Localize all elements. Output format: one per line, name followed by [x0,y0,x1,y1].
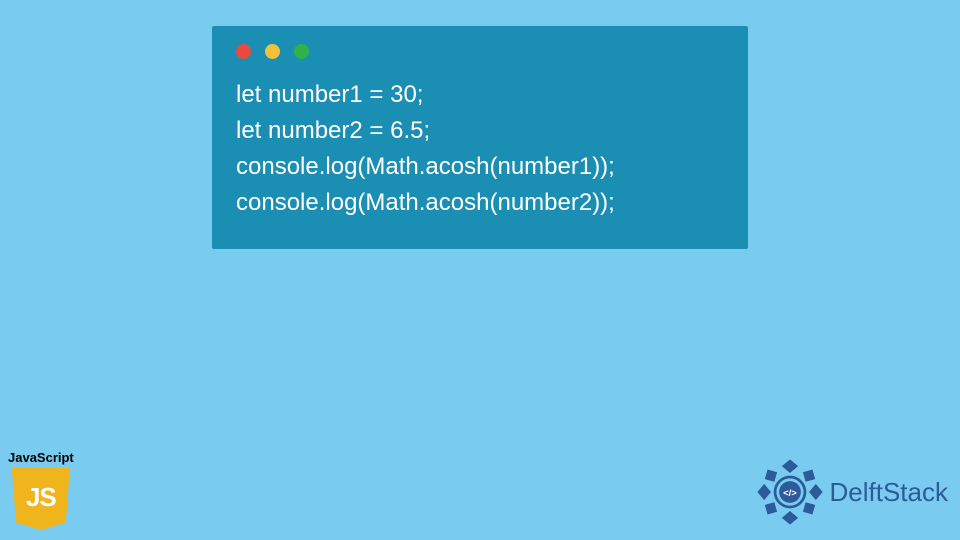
javascript-shield-icon: JS [12,468,70,530]
javascript-badge: JavaScript JS [8,450,74,530]
delftstack-logo-icon: </> [756,458,824,526]
javascript-logo-text: JS [26,482,56,513]
code-block: let number1 = 30; let number2 = 6.5; con… [236,77,724,221]
svg-text:</>: </> [783,488,797,499]
javascript-label: JavaScript [8,450,74,465]
code-line: let number2 = 6.5; [236,117,430,144]
delftstack-name: DelftStack [830,477,949,508]
code-line: let number1 = 30; [236,81,423,108]
minimize-icon [265,44,280,59]
delftstack-brand: </> DelftStack [756,458,949,526]
code-window: let number1 = 30; let number2 = 6.5; con… [212,26,748,249]
window-controls [236,44,724,59]
close-icon [236,44,251,59]
code-line: console.log(Math.acosh(number2)); [236,189,615,216]
maximize-icon [294,44,309,59]
code-line: console.log(Math.acosh(number1)); [236,153,615,180]
